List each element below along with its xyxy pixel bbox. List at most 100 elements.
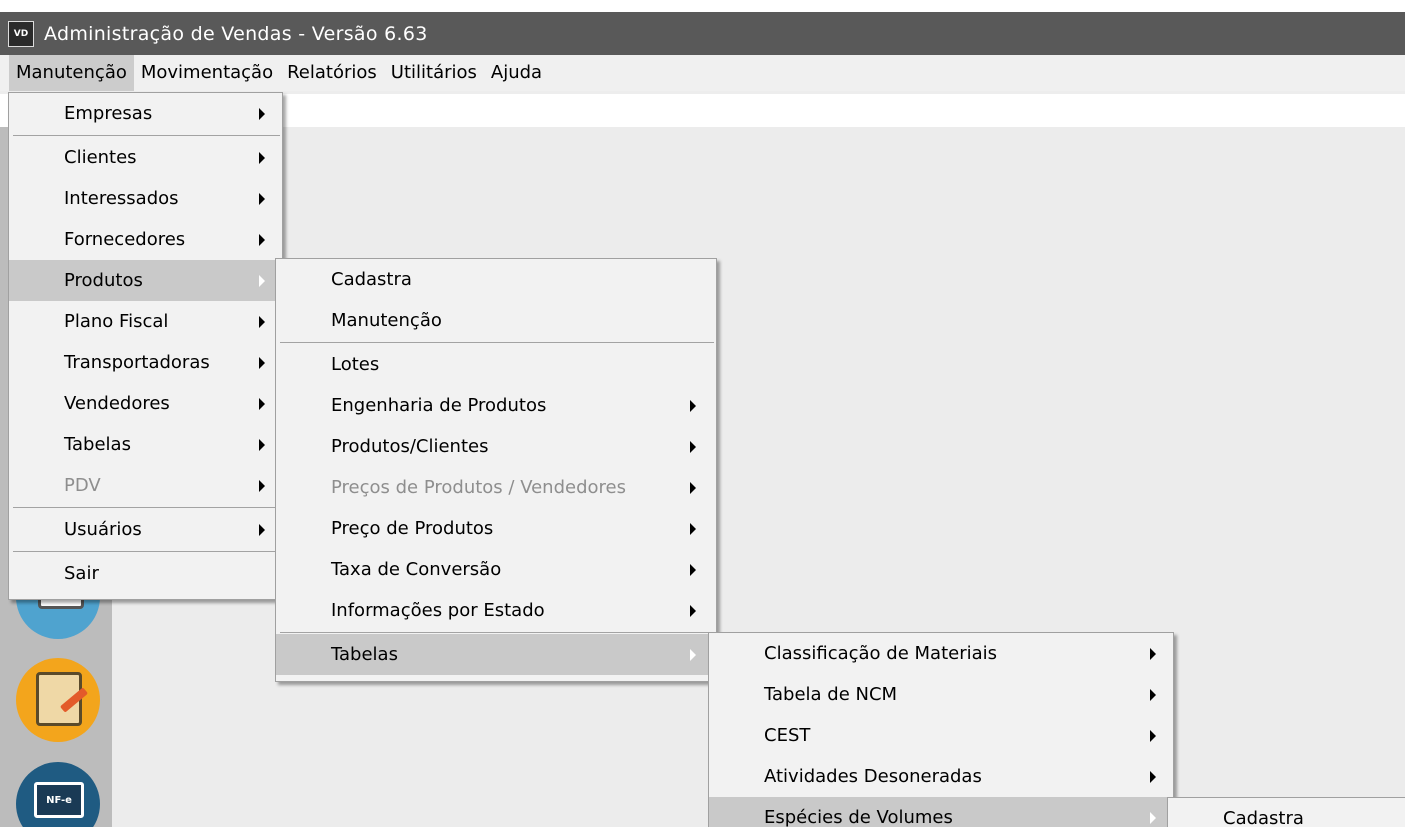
menu-item-label: Sair — [64, 563, 99, 584]
submenu-arrow-icon — [259, 233, 265, 246]
menu-item-precos-produtos-vendedores[interactable]: Preços de Produtos / Vendedores — [276, 467, 716, 508]
nfe-label: NF-e — [34, 782, 84, 818]
menu-item-informacoes-por-estado[interactable]: Informações por Estado — [276, 590, 716, 631]
submenu-arrow-icon — [259, 192, 265, 205]
submenu-arrow-icon — [690, 563, 696, 576]
menu-bar: Manutenção Movimentação Relatórios Utili… — [0, 55, 1405, 91]
menu-item-label: Clientes — [64, 147, 137, 168]
submenu-arrow-icon — [690, 440, 696, 453]
menu-item-tabelas[interactable]: Tabelas — [9, 424, 282, 465]
menu-item-usuarios[interactable]: Usuários — [9, 509, 282, 550]
menu-item-label: Informações por Estado — [331, 600, 545, 621]
menu-item-cadastra[interactable]: Cadastra — [276, 259, 716, 300]
submenu-arrow-icon — [1150, 688, 1156, 701]
menu-ajuda[interactable]: Ajuda — [484, 55, 549, 91]
menu-separator — [280, 342, 714, 343]
menu-item-manutencao[interactable]: Manutenção — [276, 300, 716, 341]
menu-item-label: Vendedores — [64, 393, 170, 414]
menu-item-tabelas-produtos[interactable]: Tabelas — [276, 634, 716, 675]
menu-item-sair[interactable]: Sair — [9, 553, 282, 594]
menu-item-cadastra-especies[interactable]: Cadastra — [1168, 798, 1405, 827]
menu-item-label: Taxa de Conversão — [331, 559, 502, 580]
menu-item-label: Usuários — [64, 519, 142, 540]
submenu-arrow-icon — [1150, 811, 1156, 824]
window-title: Administração de Vendas - Versão 6.63 — [44, 22, 428, 45]
menu-item-label: Tabelas — [331, 644, 398, 665]
document-edit-icon[interactable] — [16, 658, 100, 742]
top-strip — [0, 0, 1405, 12]
menu-item-tabela-de-ncm[interactable]: Tabela de NCM — [709, 674, 1173, 715]
menu-item-label: Atividades Desoneradas — [764, 766, 982, 787]
menu-item-label: Tabelas — [64, 434, 131, 455]
title-bar[interactable]: VD Administração de Vendas - Versão 6.63 — [0, 12, 1405, 55]
produtos-submenu: Cadastra Manutenção Lotes Engenharia de … — [275, 258, 717, 682]
menu-item-label: Engenharia de Produtos — [331, 395, 547, 416]
menu-item-label: Cadastra — [331, 269, 412, 290]
menu-item-especies-de-volumes[interactable]: Espécies de Volumes — [709, 797, 1173, 827]
menu-item-label: Interessados — [64, 188, 179, 209]
menu-item-label: Manutenção — [331, 310, 442, 331]
menu-separator — [280, 632, 714, 633]
menu-item-transportadoras[interactable]: Transportadoras — [9, 342, 282, 383]
menu-separator — [13, 507, 280, 508]
submenu-arrow-icon — [259, 274, 265, 287]
submenu-arrow-icon — [1150, 647, 1156, 660]
menu-item-clientes[interactable]: Clientes — [9, 137, 282, 178]
menu-item-produtos-clientes[interactable]: Produtos/Clientes — [276, 426, 716, 467]
menu-item-lotes[interactable]: Lotes — [276, 344, 716, 385]
manutencao-menu: Empresas Clientes Interessados Fornecedo… — [8, 92, 283, 600]
menu-item-label: Produtos — [64, 270, 143, 291]
submenu-arrow-icon — [1150, 770, 1156, 783]
submenu-arrow-icon — [690, 481, 696, 494]
menu-item-label: Plano Fiscal — [64, 311, 169, 332]
menu-item-atividades-desoneradas[interactable]: Atividades Desoneradas — [709, 756, 1173, 797]
submenu-arrow-icon — [259, 523, 265, 536]
submenu-arrow-icon — [690, 399, 696, 412]
menu-item-taxa-de-conversao[interactable]: Taxa de Conversão — [276, 549, 716, 590]
menu-item-label: Preços de Produtos / Vendedores — [331, 477, 626, 498]
submenu-arrow-icon — [259, 107, 265, 120]
submenu-arrow-icon — [259, 438, 265, 451]
submenu-arrow-icon — [259, 397, 265, 410]
menu-movimentacao[interactable]: Movimentação — [134, 55, 280, 91]
menu-item-label: Empresas — [64, 103, 153, 124]
submenu-arrow-icon — [259, 479, 265, 492]
menu-item-interessados[interactable]: Interessados — [9, 178, 282, 219]
menu-item-fornecedores[interactable]: Fornecedores — [9, 219, 282, 260]
menu-utilitarios[interactable]: Utilitários — [384, 55, 484, 91]
menu-item-produtos[interactable]: Produtos — [9, 260, 282, 301]
menu-item-label: Produtos/Clientes — [331, 436, 489, 457]
menu-separator — [13, 551, 280, 552]
menu-manutencao[interactable]: Manutenção — [9, 55, 134, 91]
especies-submenu: Cadastra — [1167, 797, 1405, 827]
menu-item-label: Cadastra — [1223, 808, 1304, 827]
menu-item-label: Transportadoras — [64, 352, 210, 373]
menu-item-label: Preço de Produtos — [331, 518, 494, 539]
menu-item-label: Espécies de Volumes — [764, 807, 953, 827]
menu-item-plano-fiscal[interactable]: Plano Fiscal — [9, 301, 282, 342]
menu-item-label: Tabela de NCM — [764, 684, 898, 705]
menu-item-label: Fornecedores — [64, 229, 186, 250]
app-logo-icon[interactable]: VD — [8, 20, 34, 47]
menu-item-preco-de-produtos[interactable]: Preço de Produtos — [276, 508, 716, 549]
menu-item-label: PDV — [64, 475, 101, 496]
menu-item-engenharia-de-produtos[interactable]: Engenharia de Produtos — [276, 385, 716, 426]
submenu-arrow-icon — [690, 604, 696, 617]
submenu-arrow-icon — [1150, 729, 1156, 742]
submenu-arrow-icon — [690, 522, 696, 535]
menu-relatorios[interactable]: Relatórios — [280, 55, 384, 91]
menu-item-label: CEST — [764, 725, 811, 746]
menu-separator — [13, 135, 280, 136]
menu-item-cest[interactable]: CEST — [709, 715, 1173, 756]
menu-item-vendedores[interactable]: Vendedores — [9, 383, 282, 424]
menu-item-empresas[interactable]: Empresas — [9, 93, 282, 134]
menu-item-label: Lotes — [331, 354, 380, 375]
submenu-arrow-icon — [259, 151, 265, 164]
submenu-arrow-icon — [690, 648, 696, 661]
menu-item-pdv[interactable]: PDV — [9, 465, 282, 506]
tabelas-submenu: Classificação de Materiais Tabela de NCM… — [708, 632, 1174, 827]
menu-item-label: Classificação de Materiais — [764, 643, 998, 664]
submenu-arrow-icon — [259, 356, 265, 369]
submenu-arrow-icon — [259, 315, 265, 328]
menu-item-classificacao-de-materiais[interactable]: Classificação de Materiais — [709, 633, 1173, 674]
